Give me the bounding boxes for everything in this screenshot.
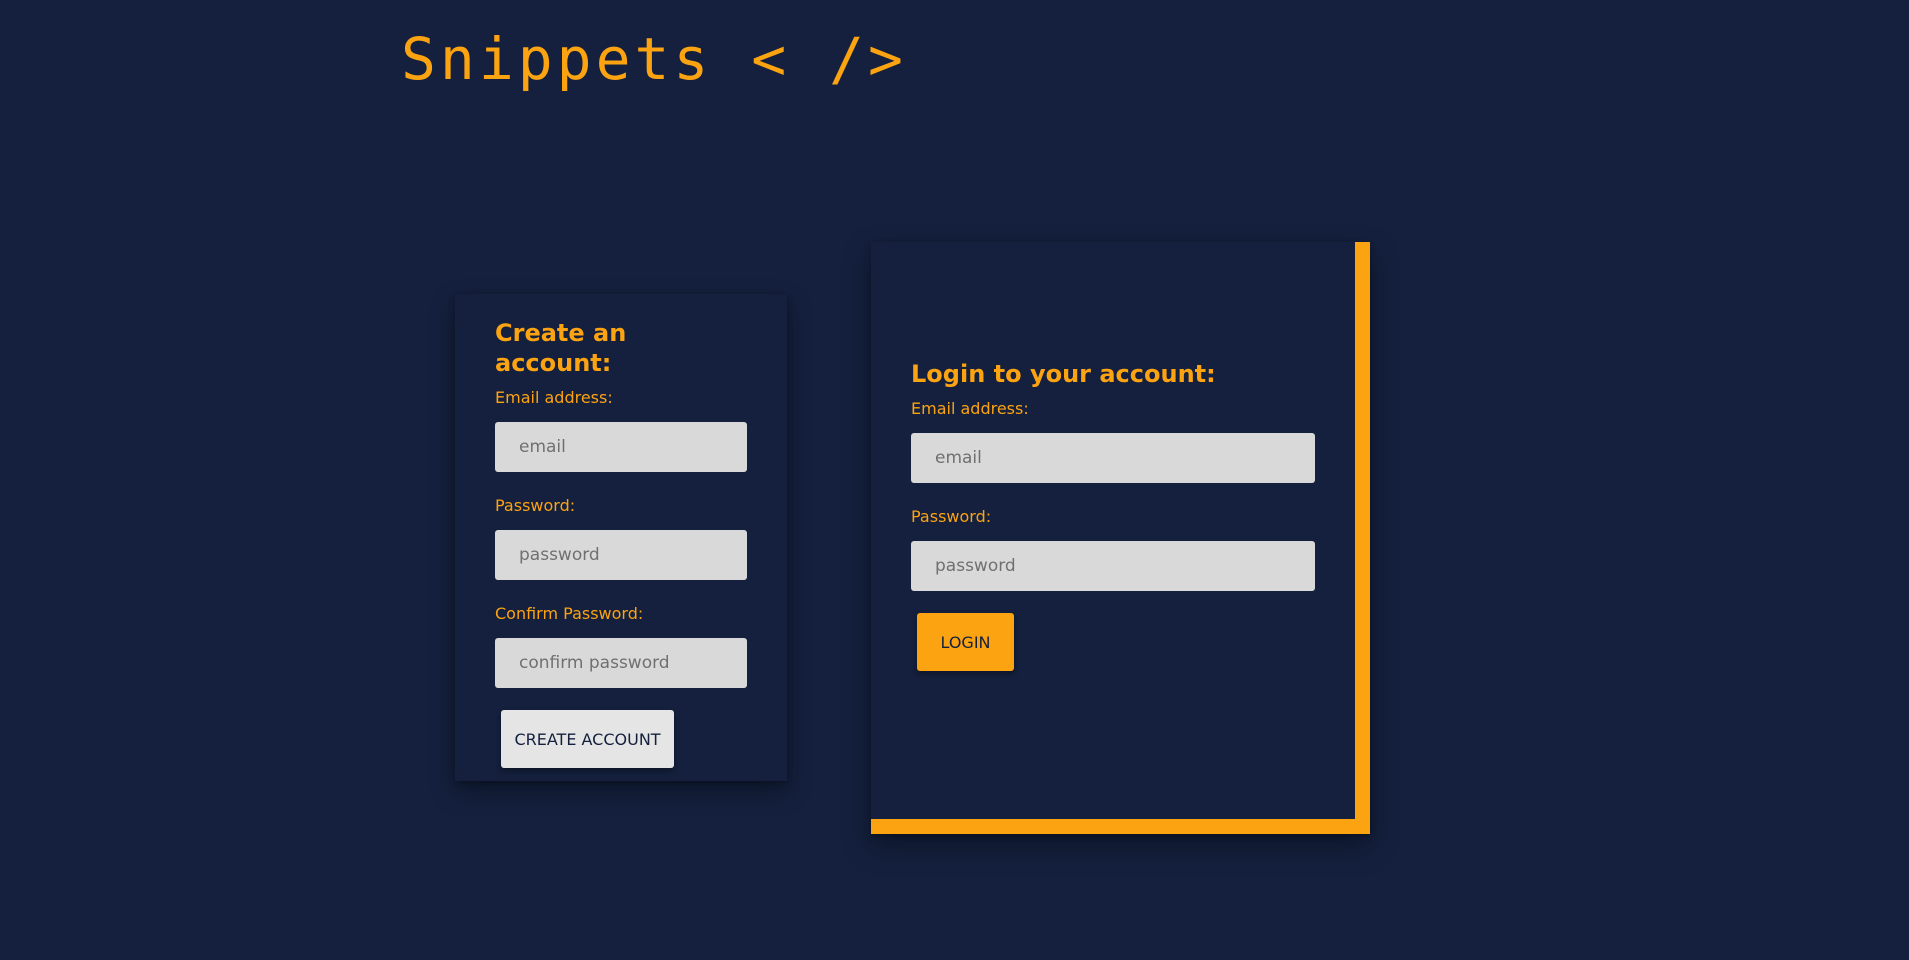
signup-email-label: Email address: — [495, 388, 613, 407]
login-button[interactable]: LOGIN — [917, 613, 1014, 671]
signup-password-label: Password: — [495, 496, 576, 515]
signup-confirm-password-label: Confirm Password: — [495, 604, 644, 623]
app-logo[interactable]: Snippets < /> — [401, 30, 907, 88]
signup-title: Create an account: — [495, 319, 627, 377]
login-email-input[interactable] — [911, 433, 1315, 483]
signup-password-input[interactable] — [495, 530, 747, 580]
login-title: Login to your account: — [911, 360, 1216, 388]
login-password-label: Password: — [911, 507, 992, 526]
signup-card: Create an account: Email address: Passwo… — [455, 294, 787, 781]
create-account-button[interactable]: CREATE ACCOUNT — [501, 710, 674, 768]
signup-email-input[interactable] — [495, 422, 747, 472]
login-password-input[interactable] — [911, 541, 1315, 591]
login-email-label: Email address: — [911, 399, 1029, 418]
page: Snippets < /> Create an account: Email a… — [0, 0, 1909, 960]
login-card: Login to your account: Email address: Pa… — [871, 242, 1370, 834]
signup-confirm-password-input[interactable] — [495, 638, 747, 688]
